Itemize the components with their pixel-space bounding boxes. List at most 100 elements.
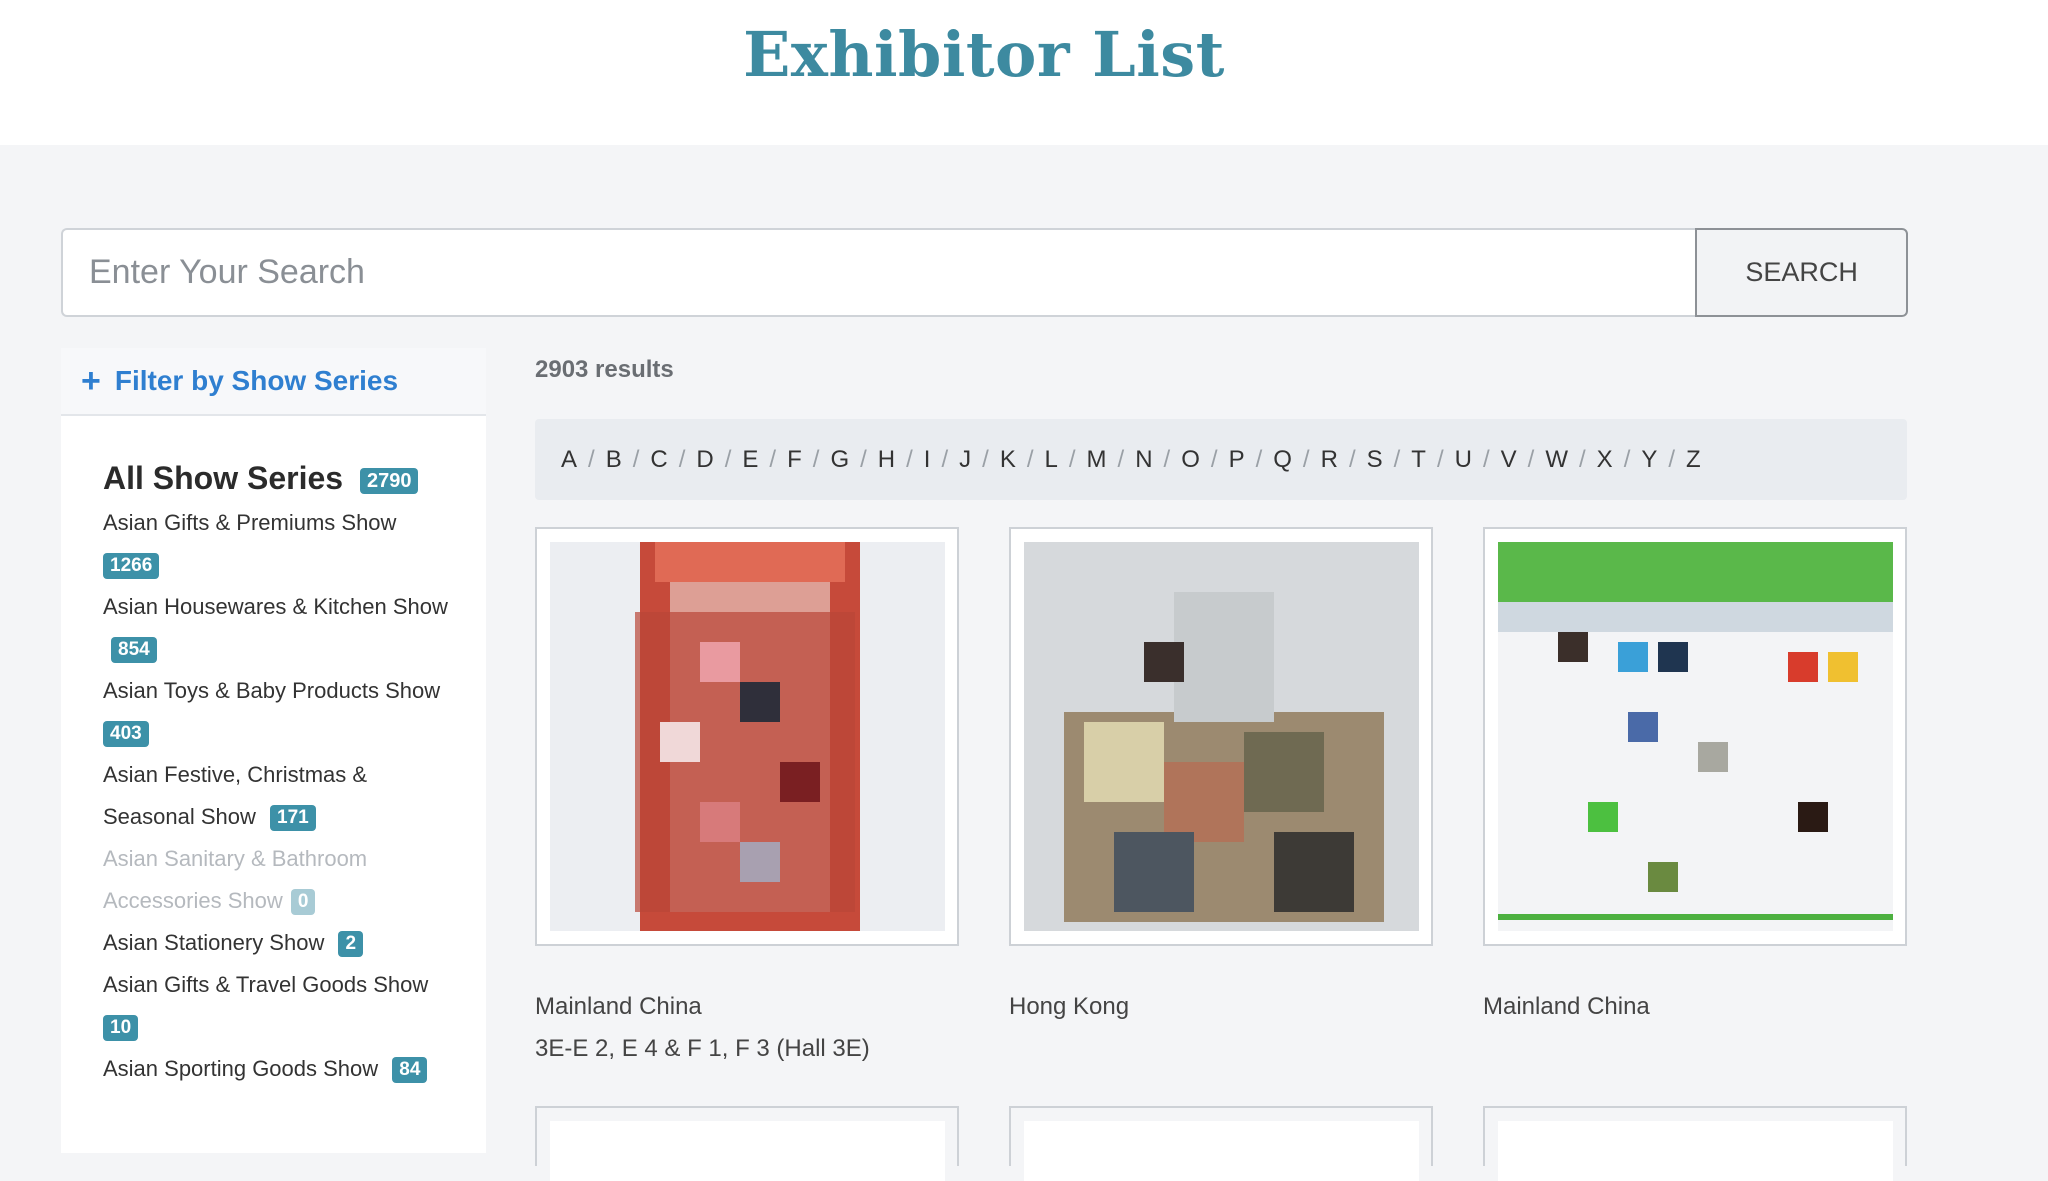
exhibitor-card-partial[interactable]: [1483, 1106, 1907, 1181]
alphabet-separator: /: [860, 445, 867, 473]
alphabet-separator: /: [1348, 445, 1356, 473]
alphabet-letter-g[interactable]: G: [830, 446, 849, 474]
exhibitor-card-partial[interactable]: [1009, 1106, 1433, 1181]
count-badge: 2: [338, 931, 364, 958]
count-badge: 2790: [359, 467, 419, 494]
exhibitor-image: [1024, 542, 1419, 931]
count-badge: 10: [103, 1015, 139, 1042]
alphabet-letter-y[interactable]: Y: [1641, 446, 1657, 474]
series-label: Asian Gifts & Premiums Show: [103, 510, 397, 535]
count-badge: 854: [111, 637, 157, 664]
exhibitor-image: [1498, 1121, 1893, 1181]
alphabet-separator: /: [1117, 445, 1125, 473]
alphabet-separator: /: [1623, 445, 1631, 473]
series-item-festive-christmas[interactable]: Asian Festive, Christmas & Seasonal Show…: [103, 754, 456, 838]
series-item-stationery[interactable]: Asian Stationery Show 2: [103, 922, 456, 964]
alphabet-letter-x[interactable]: X: [1597, 446, 1613, 474]
filter-label: Filter by Show Series: [114, 365, 399, 396]
alphabet-separator: /: [588, 445, 595, 473]
series-item-housewares-kitchen[interactable]: Asian Housewares & Kitchen Show 854: [103, 586, 456, 670]
alphabet-letter-l[interactable]: L: [1045, 446, 1058, 474]
exhibitor-card[interactable]: Mainland China 3E-E 2, E 4 & F 1, F 3 (H…: [535, 527, 959, 1070]
alphabet-letter-m[interactable]: M: [1087, 446, 1107, 474]
alphabet-letter-t[interactable]: T: [1411, 446, 1426, 474]
alphabet-separator: /: [1436, 445, 1444, 473]
alphabet-separator: /: [941, 445, 949, 473]
page-header: Exhibitor List: [0, 0, 2048, 145]
alphabet-letter-a[interactable]: A: [561, 446, 577, 474]
results-count: 2903 results: [535, 356, 674, 383]
alphabet-separator: /: [1393, 445, 1401, 473]
alphabet-letter-f[interactable]: F: [787, 446, 802, 474]
series-item-all[interactable]: All Show Series 2790: [103, 456, 456, 500]
alphabet-letter-h[interactable]: H: [878, 446, 895, 474]
alphabet-separator: /: [1026, 445, 1034, 473]
series-label: Asian Stationery Show: [103, 930, 325, 955]
alphabet-separator: /: [1255, 445, 1263, 473]
count-badge: 1266: [103, 553, 160, 580]
alphabet-letter-z[interactable]: Z: [1686, 446, 1701, 474]
alphabet-separator: /: [724, 445, 732, 473]
series-label: Asian Toys & Baby Products Show: [103, 678, 441, 703]
exhibitor-image: [1498, 542, 1893, 931]
series-item-toys-baby[interactable]: Asian Toys & Baby Products Show 403: [103, 670, 456, 754]
series-item-sporting-goods[interactable]: Asian Sporting Goods Show 84: [103, 1048, 456, 1090]
series-label: Asian Sporting Goods Show: [103, 1056, 379, 1081]
exhibitor-booth: 3E-E 2, E 4 & F 1, F 3 (Hall 3E): [535, 1035, 870, 1062]
alphabet-separator: /: [632, 445, 640, 473]
alphabet-separator: /: [1668, 445, 1676, 473]
search-input[interactable]: [61, 228, 1696, 317]
plus-icon: +: [81, 362, 101, 400]
exhibitor-image-frame: [1483, 527, 1907, 946]
page-title: Exhibitor List: [743, 18, 1225, 91]
count-badge: 84: [392, 1057, 428, 1084]
alphabet-separator: /: [1210, 445, 1218, 473]
alphabet-separator: /: [906, 445, 913, 473]
search-bar: SEARCH: [61, 228, 1908, 317]
series-list: All Show Series 2790 Asian Gifts & Premi…: [61, 416, 486, 1090]
sidebar: + Filter by Show Series All Show Series …: [61, 348, 486, 1153]
exhibitor-region: Mainland China: [535, 993, 702, 1020]
alphabet-letter-c[interactable]: C: [650, 446, 667, 474]
series-item-gifts-travel[interactable]: Asian Gifts & Travel Goods Show 10: [103, 964, 456, 1048]
alphabet-letter-b[interactable]: B: [606, 446, 622, 474]
alphabet-letter-k[interactable]: K: [1000, 446, 1016, 474]
alphabet-letter-j[interactable]: J: [959, 446, 971, 474]
exhibitor-card-partial[interactable]: [535, 1106, 959, 1181]
alphabet-letter-r[interactable]: R: [1321, 446, 1338, 474]
alphabet-letter-u[interactable]: U: [1455, 446, 1472, 474]
series-label: Asian Sanitary & Bathroom Accessories Sh…: [103, 846, 368, 913]
series-label: Asian Housewares & Kitchen Show: [103, 594, 448, 619]
alphabet-letter-e[interactable]: E: [742, 446, 758, 474]
exhibitor-image: [550, 542, 945, 931]
alphabet-separator: /: [1579, 445, 1586, 473]
alphabet-letter-p[interactable]: P: [1229, 446, 1245, 474]
series-item-sanitary-bathroom: Asian Sanitary & Bathroom Accessories Sh…: [103, 838, 456, 922]
series-label: Asian Festive, Christmas & Seasonal Show: [103, 762, 368, 829]
alphabet-letter-w[interactable]: W: [1545, 446, 1568, 474]
alphabet-letter-q[interactable]: Q: [1273, 446, 1292, 474]
series-label: All Show Series: [103, 460, 344, 496]
alphabet-separator: /: [812, 445, 820, 473]
alphabet-letter-i[interactable]: I: [924, 446, 931, 474]
alphabet-letter-n[interactable]: N: [1135, 446, 1152, 474]
exhibitor-image-frame: [1009, 527, 1433, 946]
alphabet-letter-v[interactable]: V: [1501, 446, 1517, 474]
count-badge: 171: [270, 805, 316, 832]
filter-toggle[interactable]: + Filter by Show Series: [61, 348, 486, 416]
alphabet-separator: /: [769, 445, 777, 473]
exhibitor-card[interactable]: Mainland China: [1483, 527, 1907, 1028]
series-item-gifts-premiums[interactable]: Asian Gifts & Premiums Show 1266: [103, 502, 456, 586]
exhibitor-image-frame: [535, 527, 959, 946]
alphabet-separator: /: [1068, 445, 1076, 473]
alphabet-separator: /: [678, 445, 686, 473]
exhibitor-image: [1024, 1121, 1419, 1181]
exhibitor-card[interactable]: Hong Kong: [1009, 527, 1433, 1028]
alphabet-letter-o[interactable]: O: [1181, 446, 1200, 474]
alphabet-letter-d[interactable]: D: [696, 446, 713, 474]
alphabet-letter-s[interactable]: S: [1367, 446, 1383, 474]
alphabet-filter: A / B / C / D / E / F / G / H / I / J / K / L / M / N / O / P / Q / R / S / T /…: [535, 419, 1907, 500]
exhibitor-region: Hong Kong: [1009, 993, 1130, 1020]
search-button[interactable]: SEARCH: [1695, 228, 1908, 317]
exhibitor-image: [550, 1121, 945, 1181]
